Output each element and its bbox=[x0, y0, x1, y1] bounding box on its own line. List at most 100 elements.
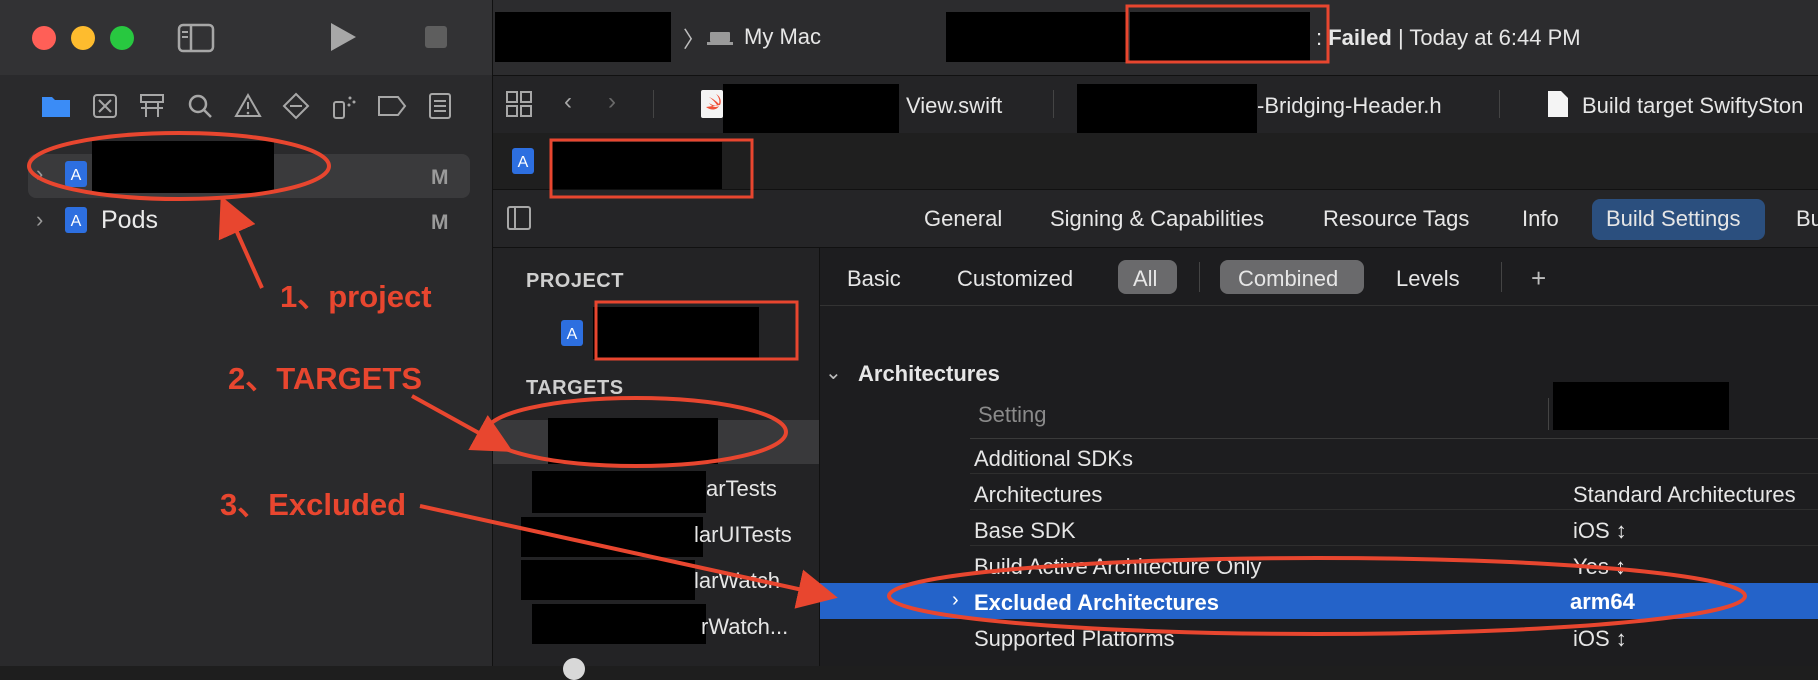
targets-section-header: TARGETS bbox=[526, 377, 624, 399]
run-destination[interactable]: My Mac bbox=[744, 24, 821, 50]
forward-chevron-icon[interactable]: › bbox=[608, 88, 616, 116]
tab-signing-capabilities[interactable]: Signing & Capabilities bbox=[1050, 206, 1264, 232]
project-sidebar-toggle-icon[interactable] bbox=[506, 205, 532, 231]
redacted-file-name bbox=[1077, 84, 1257, 134]
tab-build-settings[interactable]: Build Settings bbox=[1606, 206, 1741, 232]
value-supported-platforms[interactable]: iOS ↕ bbox=[1573, 626, 1627, 652]
row-divider bbox=[970, 473, 1818, 474]
value-base-sdk[interactable]: iOS ↕ bbox=[1573, 518, 1627, 544]
setting-build-active-arch[interactable]: Build Active Architecture Only bbox=[974, 554, 1261, 580]
editor-tab-bar: ‹ › View.swift -Bridging-Header.h Build … bbox=[493, 75, 1818, 134]
grid-related-items-icon[interactable] bbox=[505, 90, 533, 118]
xcode-project-icon[interactable]: A bbox=[511, 147, 535, 175]
build-status-text: : Failed | Today at 6:44 PM bbox=[1316, 25, 1581, 51]
filter-divider bbox=[1199, 262, 1200, 292]
tab-view-swift[interactable]: View.swift bbox=[906, 93, 1002, 119]
redacted-project-entry[interactable] bbox=[593, 307, 759, 359]
annotation-excluded: 3、Excluded bbox=[220, 487, 407, 522]
row-divider bbox=[970, 438, 1818, 439]
status-prefix: : bbox=[1316, 25, 1329, 50]
row-divider bbox=[970, 545, 1818, 546]
status-failed: Failed bbox=[1328, 25, 1392, 50]
filter-levels[interactable]: Levels bbox=[1396, 266, 1460, 292]
sidebar-toggle-icon[interactable] bbox=[177, 23, 215, 53]
folder-icon[interactable] bbox=[40, 93, 72, 119]
add-setting-plus-icon[interactable]: + bbox=[1531, 263, 1546, 294]
annotation-project: 1、project bbox=[280, 279, 432, 314]
svg-text:A: A bbox=[567, 326, 578, 343]
setting-base-sdk[interactable]: Base SDK bbox=[974, 518, 1076, 544]
mac-device-icon bbox=[707, 32, 733, 45]
find-search-icon[interactable] bbox=[187, 93, 213, 119]
value-architectures[interactable]: Standard Architectures bbox=[1573, 482, 1796, 508]
disclosure-chevron-icon[interactable]: › bbox=[36, 161, 43, 187]
status-separator: | bbox=[1397, 25, 1404, 50]
source-control-icon[interactable] bbox=[92, 93, 118, 119]
stop-icon[interactable] bbox=[425, 26, 447, 48]
svg-text:A: A bbox=[71, 167, 82, 184]
setting-supported-platforms[interactable]: Supported Platforms bbox=[974, 626, 1175, 652]
value-excluded-architectures[interactable]: arm64 bbox=[1570, 589, 1635, 615]
filter-divider bbox=[1501, 262, 1502, 292]
report-list-icon[interactable] bbox=[427, 92, 453, 120]
issue-warning-icon[interactable] bbox=[234, 92, 262, 118]
tab-more[interactable]: Bu bbox=[1796, 206, 1818, 232]
tab-bridging-header[interactable]: -Bridging-Header.h bbox=[1257, 93, 1442, 119]
target-tests[interactable]: arTests bbox=[706, 476, 777, 502]
project-targets-list: PROJECT A TARGETS arTests larUITests lar… bbox=[493, 248, 820, 680]
target-watch[interactable]: larWatch bbox=[694, 568, 780, 594]
document-icon bbox=[1548, 91, 1568, 117]
section-collapse-chevron-icon[interactable]: ⌄ bbox=[825, 360, 842, 385]
xcode-project-icon: A bbox=[561, 320, 583, 346]
project-navigator: › A M › A Pods M 1、project 2、TARGETS 3、E… bbox=[0, 0, 493, 666]
architectures-section-title[interactable]: Architectures bbox=[858, 361, 1000, 387]
filter-all[interactable]: All bbox=[1133, 266, 1157, 292]
redacted-target-name bbox=[532, 471, 706, 513]
filter-combined[interactable]: Combined bbox=[1238, 266, 1338, 292]
redacted-column-header bbox=[1553, 382, 1729, 430]
disclosure-chevron-icon[interactable]: › bbox=[36, 207, 43, 233]
breakpoint-tag-icon[interactable] bbox=[377, 94, 407, 118]
redacted-file-name bbox=[723, 84, 899, 134]
filter-customized[interactable]: Customized bbox=[957, 266, 1073, 292]
redacted-target-name bbox=[521, 560, 695, 600]
navigator-item-pods[interactable]: Pods bbox=[101, 206, 158, 235]
project-section-header: PROJECT bbox=[526, 270, 624, 292]
tab-info[interactable]: Info bbox=[1522, 206, 1559, 232]
excluded-architectures-row-selected[interactable] bbox=[820, 583, 1818, 619]
tab-resource-tags[interactable]: Resource Tags bbox=[1323, 206, 1469, 232]
window-toolbar bbox=[0, 0, 492, 75]
close-window-button[interactable] bbox=[32, 26, 56, 50]
svg-text:A: A bbox=[71, 213, 82, 230]
value-build-active-arch[interactable]: Yes ↕ bbox=[1573, 554, 1626, 580]
target-ui-tests[interactable]: larUITests bbox=[694, 522, 792, 548]
filter-basic[interactable]: Basic bbox=[847, 266, 901, 292]
status-time: Today at 6:44 PM bbox=[1409, 25, 1581, 50]
redacted-status-prefix bbox=[946, 12, 1126, 62]
redacted-status-target bbox=[1130, 12, 1310, 62]
redacted-project-name bbox=[92, 141, 274, 193]
tab-divider bbox=[1499, 90, 1500, 118]
setting-architectures[interactable]: Architectures bbox=[974, 482, 1102, 508]
zoom-window-button[interactable] bbox=[110, 26, 134, 50]
xcode-project-icon: A bbox=[65, 161, 87, 187]
minimize-window-button[interactable] bbox=[71, 26, 95, 50]
row-expand-chevron-icon[interactable]: › bbox=[952, 589, 959, 612]
tab-build-target[interactable]: Build target SwiftySton bbox=[1582, 93, 1803, 119]
editor-area: 〉 My Mac : Failed | Today at 6:44 PM ‹ ›… bbox=[493, 0, 1818, 680]
tab-general[interactable]: General bbox=[924, 206, 1002, 232]
redacted-target-name bbox=[521, 517, 703, 557]
debug-spray-icon[interactable] bbox=[330, 92, 358, 120]
back-chevron-icon[interactable]: ‹ bbox=[564, 88, 572, 116]
redacted-target-name bbox=[532, 604, 706, 644]
run-play-icon[interactable] bbox=[328, 21, 358, 53]
symbol-hierarchy-icon[interactable] bbox=[138, 93, 166, 119]
target-watch-extension[interactable]: rWatch... bbox=[701, 614, 788, 640]
setting-excluded-architectures[interactable]: Excluded Architectures bbox=[974, 590, 1219, 616]
redacted-target-name bbox=[548, 418, 718, 464]
test-diamond-icon[interactable] bbox=[282, 92, 310, 120]
tab-divider bbox=[1053, 90, 1054, 118]
setting-additional-sdks[interactable]: Additional SDKs bbox=[974, 446, 1133, 472]
modified-badge: M bbox=[431, 166, 449, 189]
navigator-selector-bar bbox=[0, 83, 492, 125]
